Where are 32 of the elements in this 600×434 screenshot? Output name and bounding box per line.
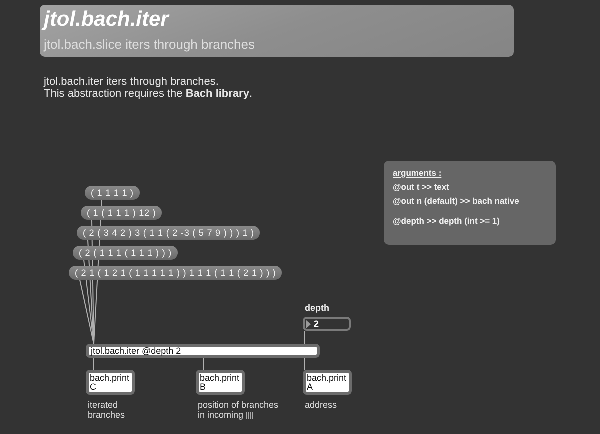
number-box[interactable]: 2 xyxy=(303,317,351,331)
bars-icon xyxy=(246,412,255,418)
object-argument: C xyxy=(90,383,96,392)
message-box[interactable]: ( 1 ( 1 1 1 ) 12 ) xyxy=(81,206,162,220)
argument-text: @depth >> depth (int >= 1) xyxy=(393,216,501,226)
description-text: This abstraction requires the Bach library. xyxy=(44,88,253,100)
message-box[interactable]: ( 1 1 1 1 ) xyxy=(85,186,140,200)
object-argument: B xyxy=(200,383,206,392)
argument-text: @out n (default) >> bach native xyxy=(393,196,520,206)
description-text: jtol.bach.iter iters through branches. xyxy=(44,76,220,88)
print-object[interactable]: bach.print B xyxy=(196,370,245,395)
message-box[interactable]: ( 2 1 ( 1 2 1 ( 1 1 1 1 1 ) ) 1 1 1 ( 1 1 ( 2 1 ) ) ) xyxy=(69,266,282,280)
depth-label: depth xyxy=(305,303,330,313)
argument-text: @out t >> text xyxy=(393,182,450,192)
message-box[interactable]: ( 2 ( 3 4 2 ) 3 ( 1 1 ( 2 -3 ( 5 7 9 ) ) ) 1 ) xyxy=(77,226,260,240)
arguments-heading: arguments : xyxy=(393,168,443,178)
patch-title: jtol.bach.iter xyxy=(44,7,510,33)
comment-text: in incoming xyxy=(198,410,244,420)
message-box[interactable]: ( 2 ( 1 1 1 ( 1 1 1 ) ) ) xyxy=(73,246,178,260)
comment-text: branches xyxy=(88,410,126,420)
object-name: bach.print xyxy=(90,374,131,383)
object-box[interactable]: jtol.bach.iter @depth 2 xyxy=(86,344,320,358)
comment-text: iterated xyxy=(88,400,118,410)
comment-text: address xyxy=(305,400,338,410)
print-object[interactable]: bach.print C xyxy=(86,370,135,395)
print-object[interactable]: bach.print A xyxy=(303,370,352,395)
patch-subtitle: jtol.bach.slice iters through branches xyxy=(44,36,256,54)
object-name: bach.print xyxy=(307,374,348,383)
object-name: bach.print xyxy=(200,374,241,383)
object-argument: A xyxy=(307,383,314,392)
comment-text: position of branches xyxy=(198,400,279,410)
triangle-icon xyxy=(306,320,311,328)
